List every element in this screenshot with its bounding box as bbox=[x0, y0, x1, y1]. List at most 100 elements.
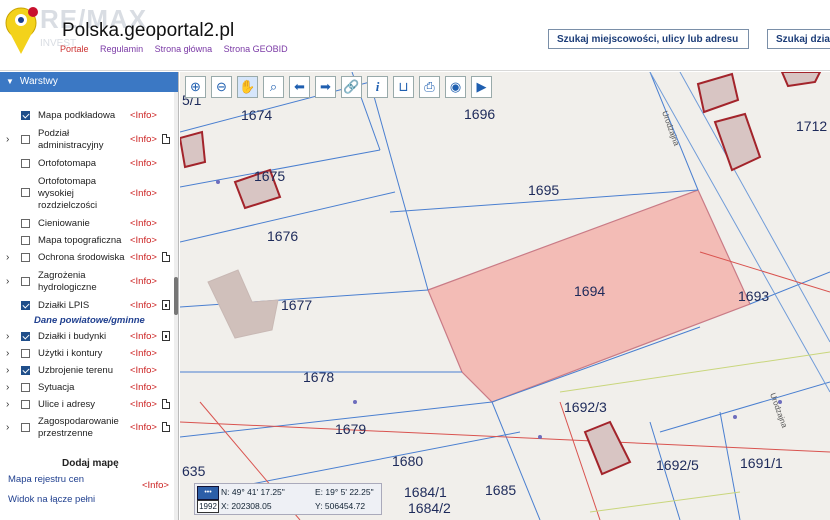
geobid-logo[interactable] bbox=[4, 6, 38, 56]
layer-checkbox[interactable] bbox=[21, 219, 30, 228]
info-link[interactable]: <Info> bbox=[130, 134, 157, 145]
link-icon[interactable]: 🔗 bbox=[341, 76, 362, 98]
plot-label[interactable]: 635 bbox=[182, 463, 205, 479]
registry-map-link[interactable]: Mapa rejestru cen bbox=[8, 474, 138, 496]
measure-icon[interactable]: ⊔ bbox=[393, 76, 414, 98]
expand-icon[interactable]: › bbox=[6, 276, 9, 287]
layer-checkbox[interactable] bbox=[21, 277, 30, 286]
plot-label[interactable]: 1678 bbox=[303, 369, 334, 385]
layer-checkbox[interactable] bbox=[21, 349, 30, 358]
pan-hand-icon[interactable]: ✋ bbox=[237, 76, 258, 98]
layer-checkbox[interactable] bbox=[21, 253, 30, 262]
plot-label[interactable]: 1692/3 bbox=[564, 399, 607, 415]
globe-icon[interactable]: ◉ bbox=[445, 76, 466, 98]
map-view[interactable]: Urodzajna Urodzajna 1674 1696 1712 1675 … bbox=[180, 72, 830, 520]
layer-checkbox[interactable] bbox=[21, 236, 30, 245]
info-link[interactable]: <Info> bbox=[130, 348, 157, 359]
plot-label[interactable]: 1692/5 bbox=[656, 457, 699, 473]
info-link[interactable]: <Info> bbox=[130, 276, 157, 287]
info-link[interactable]: <Info> bbox=[130, 218, 157, 229]
layer-checkbox[interactable] bbox=[21, 188, 30, 197]
expand-icon[interactable]: › bbox=[6, 365, 9, 376]
search-plot-button[interactable]: Szukaj dzia bbox=[767, 29, 830, 49]
info-link[interactable]: <Info> bbox=[130, 235, 157, 246]
info-link[interactable]: <Info> bbox=[130, 382, 157, 393]
link-portale[interactable]: Portale bbox=[60, 44, 89, 54]
plot-label[interactable]: 1677 bbox=[281, 297, 312, 313]
sidebar-scroll-thumb[interactable] bbox=[174, 277, 178, 315]
expand-icon[interactable]: › bbox=[6, 382, 9, 393]
expand-icon[interactable]: › bbox=[6, 252, 9, 263]
zoom-in-icon[interactable]: ⊕ bbox=[185, 76, 206, 98]
expand-icon[interactable]: › bbox=[6, 422, 9, 433]
building[interactable] bbox=[713, 112, 762, 172]
expand-icon[interactable]: › bbox=[6, 331, 9, 342]
forward-arrow-icon[interactable]: ➡ bbox=[315, 76, 336, 98]
back-arrow-icon[interactable]: ⬅ bbox=[289, 76, 310, 98]
plot-label[interactable]: 1674 bbox=[241, 107, 272, 123]
plot-label[interactable]: 1712 bbox=[796, 118, 827, 134]
coordinate-system-year[interactable]: 1992 bbox=[197, 500, 219, 513]
print-icon[interactable]: ⎙ bbox=[419, 76, 440, 98]
layer-checkbox[interactable] bbox=[21, 366, 30, 375]
info-link[interactable]: <Info> bbox=[130, 300, 157, 311]
plot-label[interactable]: 1696 bbox=[464, 106, 495, 122]
document-icon[interactable] bbox=[162, 252, 170, 262]
plot-label[interactable]: 1685 bbox=[485, 482, 516, 498]
link-strona-geobid[interactable]: Strona GEOBID bbox=[224, 44, 288, 54]
layer-checkbox[interactable] bbox=[21, 301, 30, 310]
registry-info-link[interactable]: <Info> bbox=[142, 480, 169, 491]
plot-label[interactable]: 1693 bbox=[738, 288, 769, 304]
building[interactable] bbox=[780, 72, 822, 88]
plot-label[interactable]: 1675 bbox=[254, 168, 285, 184]
info-icon[interactable]: i bbox=[367, 76, 388, 98]
lock-document-icon[interactable] bbox=[162, 331, 170, 341]
document-icon[interactable] bbox=[162, 134, 170, 144]
expand-icon[interactable]: › bbox=[6, 399, 9, 410]
expand-icon[interactable]: › bbox=[6, 348, 9, 359]
info-link[interactable]: <Info> bbox=[130, 158, 157, 169]
layer-checkbox[interactable] bbox=[21, 111, 30, 120]
map-canvas[interactable]: Urodzajna Urodzajna bbox=[180, 72, 830, 520]
plot-label[interactable]: 1684/2 bbox=[408, 500, 451, 516]
info-link[interactable]: <Info> bbox=[130, 252, 157, 263]
collapse-arrow-icon[interactable]: ▼ bbox=[6, 77, 14, 86]
document-icon[interactable] bbox=[162, 399, 170, 409]
plot-label[interactable]: 1676 bbox=[267, 228, 298, 244]
building[interactable] bbox=[207, 269, 279, 339]
layer-checkbox[interactable] bbox=[21, 332, 30, 341]
lock-document-icon[interactable] bbox=[162, 300, 170, 310]
search-address-button[interactable]: Szukaj miejscowości, ulicy lub adresu bbox=[548, 29, 749, 49]
info-link[interactable]: <Info> bbox=[130, 365, 157, 376]
layer-checkbox[interactable] bbox=[21, 423, 30, 432]
layer-checkbox[interactable] bbox=[21, 400, 30, 409]
zoom-box-icon[interactable]: ⌕ bbox=[263, 76, 284, 98]
document-icon[interactable] bbox=[162, 422, 170, 432]
link-strona-glowna[interactable]: Strona główna bbox=[155, 44, 213, 54]
building[interactable] bbox=[180, 130, 207, 169]
building[interactable] bbox=[696, 72, 740, 114]
plot-label[interactable]: 1691/1 bbox=[740, 455, 783, 471]
video-icon[interactable]: ▶ bbox=[471, 76, 492, 98]
layer-checkbox[interactable] bbox=[21, 159, 30, 168]
plot-label[interactable]: 1679 bbox=[335, 421, 366, 437]
info-link[interactable]: <Info> bbox=[130, 188, 157, 199]
layers-panel-header[interactable]: ▼ Warstwy bbox=[0, 72, 178, 92]
add-map-heading[interactable]: Dodaj mapę bbox=[62, 458, 119, 469]
plot-label[interactable]: 1684/1 bbox=[404, 484, 447, 500]
info-link[interactable]: <Info> bbox=[130, 399, 157, 410]
plot-label[interactable]: 1694 bbox=[574, 283, 605, 299]
layer-checkbox[interactable] bbox=[21, 383, 30, 392]
plot-label[interactable]: 1695 bbox=[528, 182, 559, 198]
expand-icon[interactable]: › bbox=[6, 134, 9, 145]
info-link[interactable]: <Info> bbox=[130, 331, 157, 342]
layer-checkbox[interactable] bbox=[21, 135, 30, 144]
link-regulamin[interactable]: Regulamin bbox=[100, 44, 143, 54]
coordinate-system-icon[interactable]: ••• bbox=[197, 486, 219, 500]
info-link[interactable]: <Info> bbox=[130, 422, 157, 433]
zoom-out-icon[interactable]: ⊖ bbox=[211, 76, 232, 98]
building[interactable] bbox=[583, 420, 632, 476]
site-title[interactable]: Polska.geoportal2.pl bbox=[62, 20, 234, 42]
plot-label[interactable]: 1680 bbox=[392, 453, 423, 469]
info-link[interactable]: <Info> bbox=[130, 110, 157, 121]
